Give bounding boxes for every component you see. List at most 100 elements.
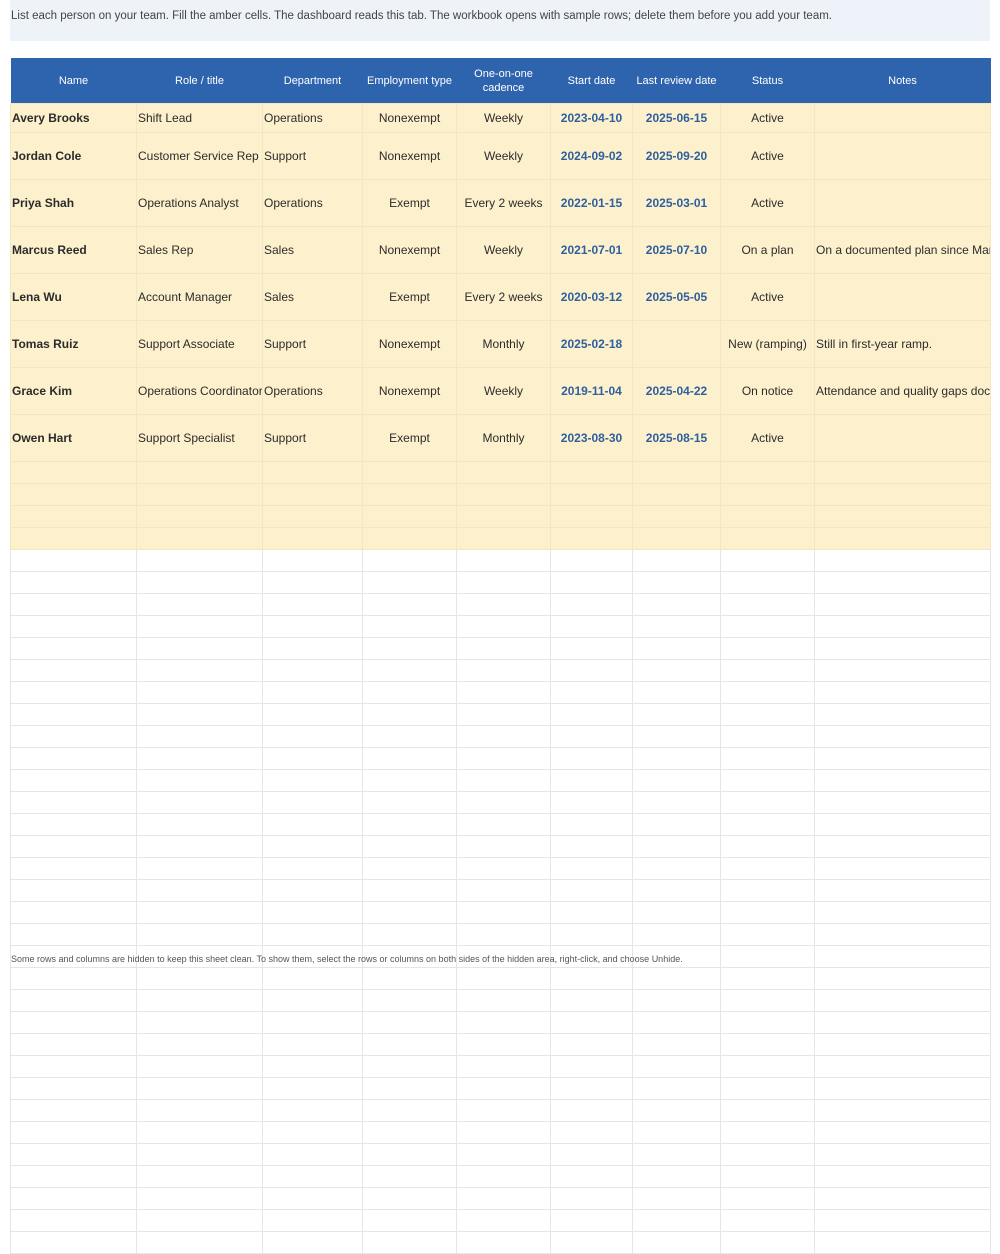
empty-cell[interactable] bbox=[720, 967, 815, 990]
empty-cell[interactable] bbox=[362, 549, 457, 572]
empty-cell[interactable] bbox=[632, 1165, 721, 1188]
cell-status[interactable]: On a plan bbox=[720, 226, 815, 274]
cell-cadence[interactable]: Weekly bbox=[456, 103, 551, 133]
cell-notes[interactable] bbox=[814, 132, 991, 180]
empty-cell[interactable] bbox=[10, 505, 137, 528]
cell-cadence[interactable]: Every 2 weeks bbox=[456, 273, 551, 321]
empty-cell[interactable] bbox=[262, 1187, 363, 1210]
empty-cell[interactable] bbox=[814, 901, 991, 924]
empty-cell[interactable] bbox=[456, 659, 551, 682]
empty-cell[interactable] bbox=[262, 967, 363, 990]
cell-role[interactable]: Sales Rep bbox=[136, 226, 263, 274]
empty-cell[interactable] bbox=[362, 483, 457, 506]
empty-cell[interactable] bbox=[720, 1209, 815, 1232]
empty-cell[interactable] bbox=[720, 1121, 815, 1144]
empty-cell[interactable] bbox=[262, 857, 363, 880]
empty-cell[interactable] bbox=[362, 1099, 457, 1122]
empty-cell[interactable] bbox=[136, 527, 263, 550]
cell-role[interactable]: Customer Service Rep bbox=[136, 132, 263, 180]
empty-cell[interactable] bbox=[456, 1187, 551, 1210]
empty-cell[interactable] bbox=[136, 461, 263, 484]
empty-cell[interactable] bbox=[632, 1209, 721, 1232]
cell-last-review[interactable]: 2025-07-10 bbox=[632, 226, 721, 274]
empty-cell[interactable] bbox=[456, 703, 551, 726]
empty-cell[interactable] bbox=[362, 681, 457, 704]
cell-cadence[interactable]: Every 2 weeks bbox=[456, 179, 551, 227]
empty-cell[interactable] bbox=[550, 1033, 633, 1056]
empty-cell[interactable] bbox=[632, 967, 721, 990]
empty-cell[interactable] bbox=[10, 747, 137, 770]
empty-cell[interactable] bbox=[456, 1055, 551, 1078]
empty-cell[interactable] bbox=[262, 615, 363, 638]
empty-cell[interactable] bbox=[456, 461, 551, 484]
empty-cell[interactable] bbox=[632, 637, 721, 660]
cell-start-date[interactable]: 2025-02-18 bbox=[550, 320, 633, 368]
cell-start-date[interactable]: 2020-03-12 bbox=[550, 273, 633, 321]
cell-start-date[interactable]: 2019-11-04 bbox=[550, 367, 633, 415]
empty-cell[interactable] bbox=[362, 615, 457, 638]
cell-notes[interactable]: Attendance and quality gaps documented. bbox=[814, 367, 991, 415]
cell-employment-type[interactable]: Nonexempt bbox=[362, 226, 457, 274]
empty-cell[interactable] bbox=[10, 461, 137, 484]
empty-cell[interactable] bbox=[362, 901, 457, 924]
empty-cell[interactable] bbox=[720, 505, 815, 528]
empty-cell[interactable] bbox=[136, 505, 263, 528]
empty-cell[interactable] bbox=[550, 747, 633, 770]
empty-cell[interactable] bbox=[814, 923, 991, 946]
empty-cell[interactable] bbox=[814, 945, 991, 968]
empty-cell[interactable] bbox=[720, 593, 815, 616]
empty-cell[interactable] bbox=[550, 615, 633, 638]
empty-cell[interactable] bbox=[814, 791, 991, 814]
empty-cell[interactable] bbox=[262, 879, 363, 902]
cell-last-review[interactable]: 2025-03-01 bbox=[632, 179, 721, 227]
empty-cell[interactable] bbox=[262, 835, 363, 858]
empty-cell[interactable] bbox=[814, 1187, 991, 1210]
empty-cell[interactable] bbox=[632, 1121, 721, 1144]
cell-role[interactable]: Support Associate bbox=[136, 320, 263, 368]
empty-cell[interactable] bbox=[720, 989, 815, 1012]
cell-cadence[interactable]: Monthly bbox=[456, 414, 551, 462]
cell-notes[interactable]: On a documented plan since March. bbox=[814, 226, 991, 274]
cell-department[interactable]: Sales bbox=[262, 226, 363, 274]
empty-cell[interactable] bbox=[632, 681, 721, 704]
empty-cell[interactable] bbox=[550, 1143, 633, 1166]
empty-cell[interactable] bbox=[362, 703, 457, 726]
empty-cell[interactable] bbox=[632, 461, 721, 484]
empty-cell[interactable] bbox=[136, 571, 263, 594]
empty-cell[interactable] bbox=[632, 1011, 721, 1034]
empty-cell[interactable] bbox=[632, 813, 721, 836]
empty-cell[interactable] bbox=[456, 1143, 551, 1166]
empty-cell[interactable] bbox=[632, 725, 721, 748]
col-header-department[interactable]: Department bbox=[262, 58, 363, 104]
empty-cell[interactable] bbox=[456, 901, 551, 924]
empty-cell[interactable] bbox=[136, 1165, 263, 1188]
cell-employment-type[interactable]: Exempt bbox=[362, 179, 457, 227]
empty-cell[interactable] bbox=[136, 1231, 263, 1254]
empty-cell[interactable] bbox=[550, 769, 633, 792]
empty-cell[interactable] bbox=[550, 857, 633, 880]
empty-cell[interactable] bbox=[456, 813, 551, 836]
empty-cell[interactable] bbox=[632, 835, 721, 858]
empty-cell[interactable] bbox=[550, 505, 633, 528]
empty-cell[interactable] bbox=[136, 637, 263, 660]
empty-cell[interactable] bbox=[262, 1055, 363, 1078]
empty-cell[interactable] bbox=[720, 813, 815, 836]
cell-last-review[interactable]: 2025-08-15 bbox=[632, 414, 721, 462]
cell-start-date[interactable]: 2021-07-01 bbox=[550, 226, 633, 274]
empty-cell[interactable] bbox=[10, 1011, 137, 1034]
empty-cell[interactable] bbox=[814, 1077, 991, 1100]
empty-cell[interactable] bbox=[10, 637, 137, 660]
empty-cell[interactable] bbox=[456, 791, 551, 814]
empty-cell[interactable] bbox=[814, 659, 991, 682]
empty-cell[interactable] bbox=[720, 1187, 815, 1210]
empty-cell[interactable] bbox=[262, 593, 363, 616]
empty-cell[interactable] bbox=[550, 703, 633, 726]
empty-cell[interactable] bbox=[10, 615, 137, 638]
empty-cell[interactable] bbox=[362, 725, 457, 748]
empty-cell[interactable] bbox=[10, 703, 137, 726]
empty-cell[interactable] bbox=[362, 1011, 457, 1034]
empty-cell[interactable] bbox=[10, 791, 137, 814]
empty-cell[interactable] bbox=[262, 747, 363, 770]
empty-cell[interactable] bbox=[10, 1055, 137, 1078]
empty-cell[interactable] bbox=[720, 1011, 815, 1034]
